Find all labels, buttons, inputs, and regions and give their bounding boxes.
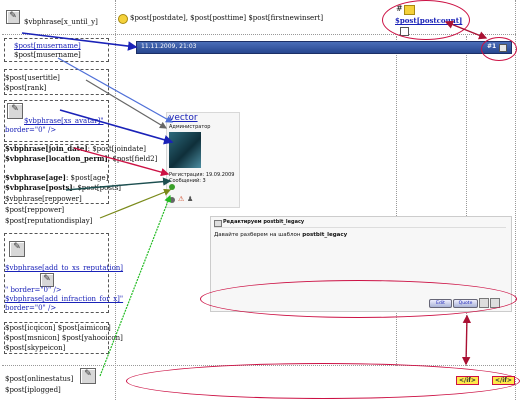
annotation-arrows xyxy=(21,20,488,377)
